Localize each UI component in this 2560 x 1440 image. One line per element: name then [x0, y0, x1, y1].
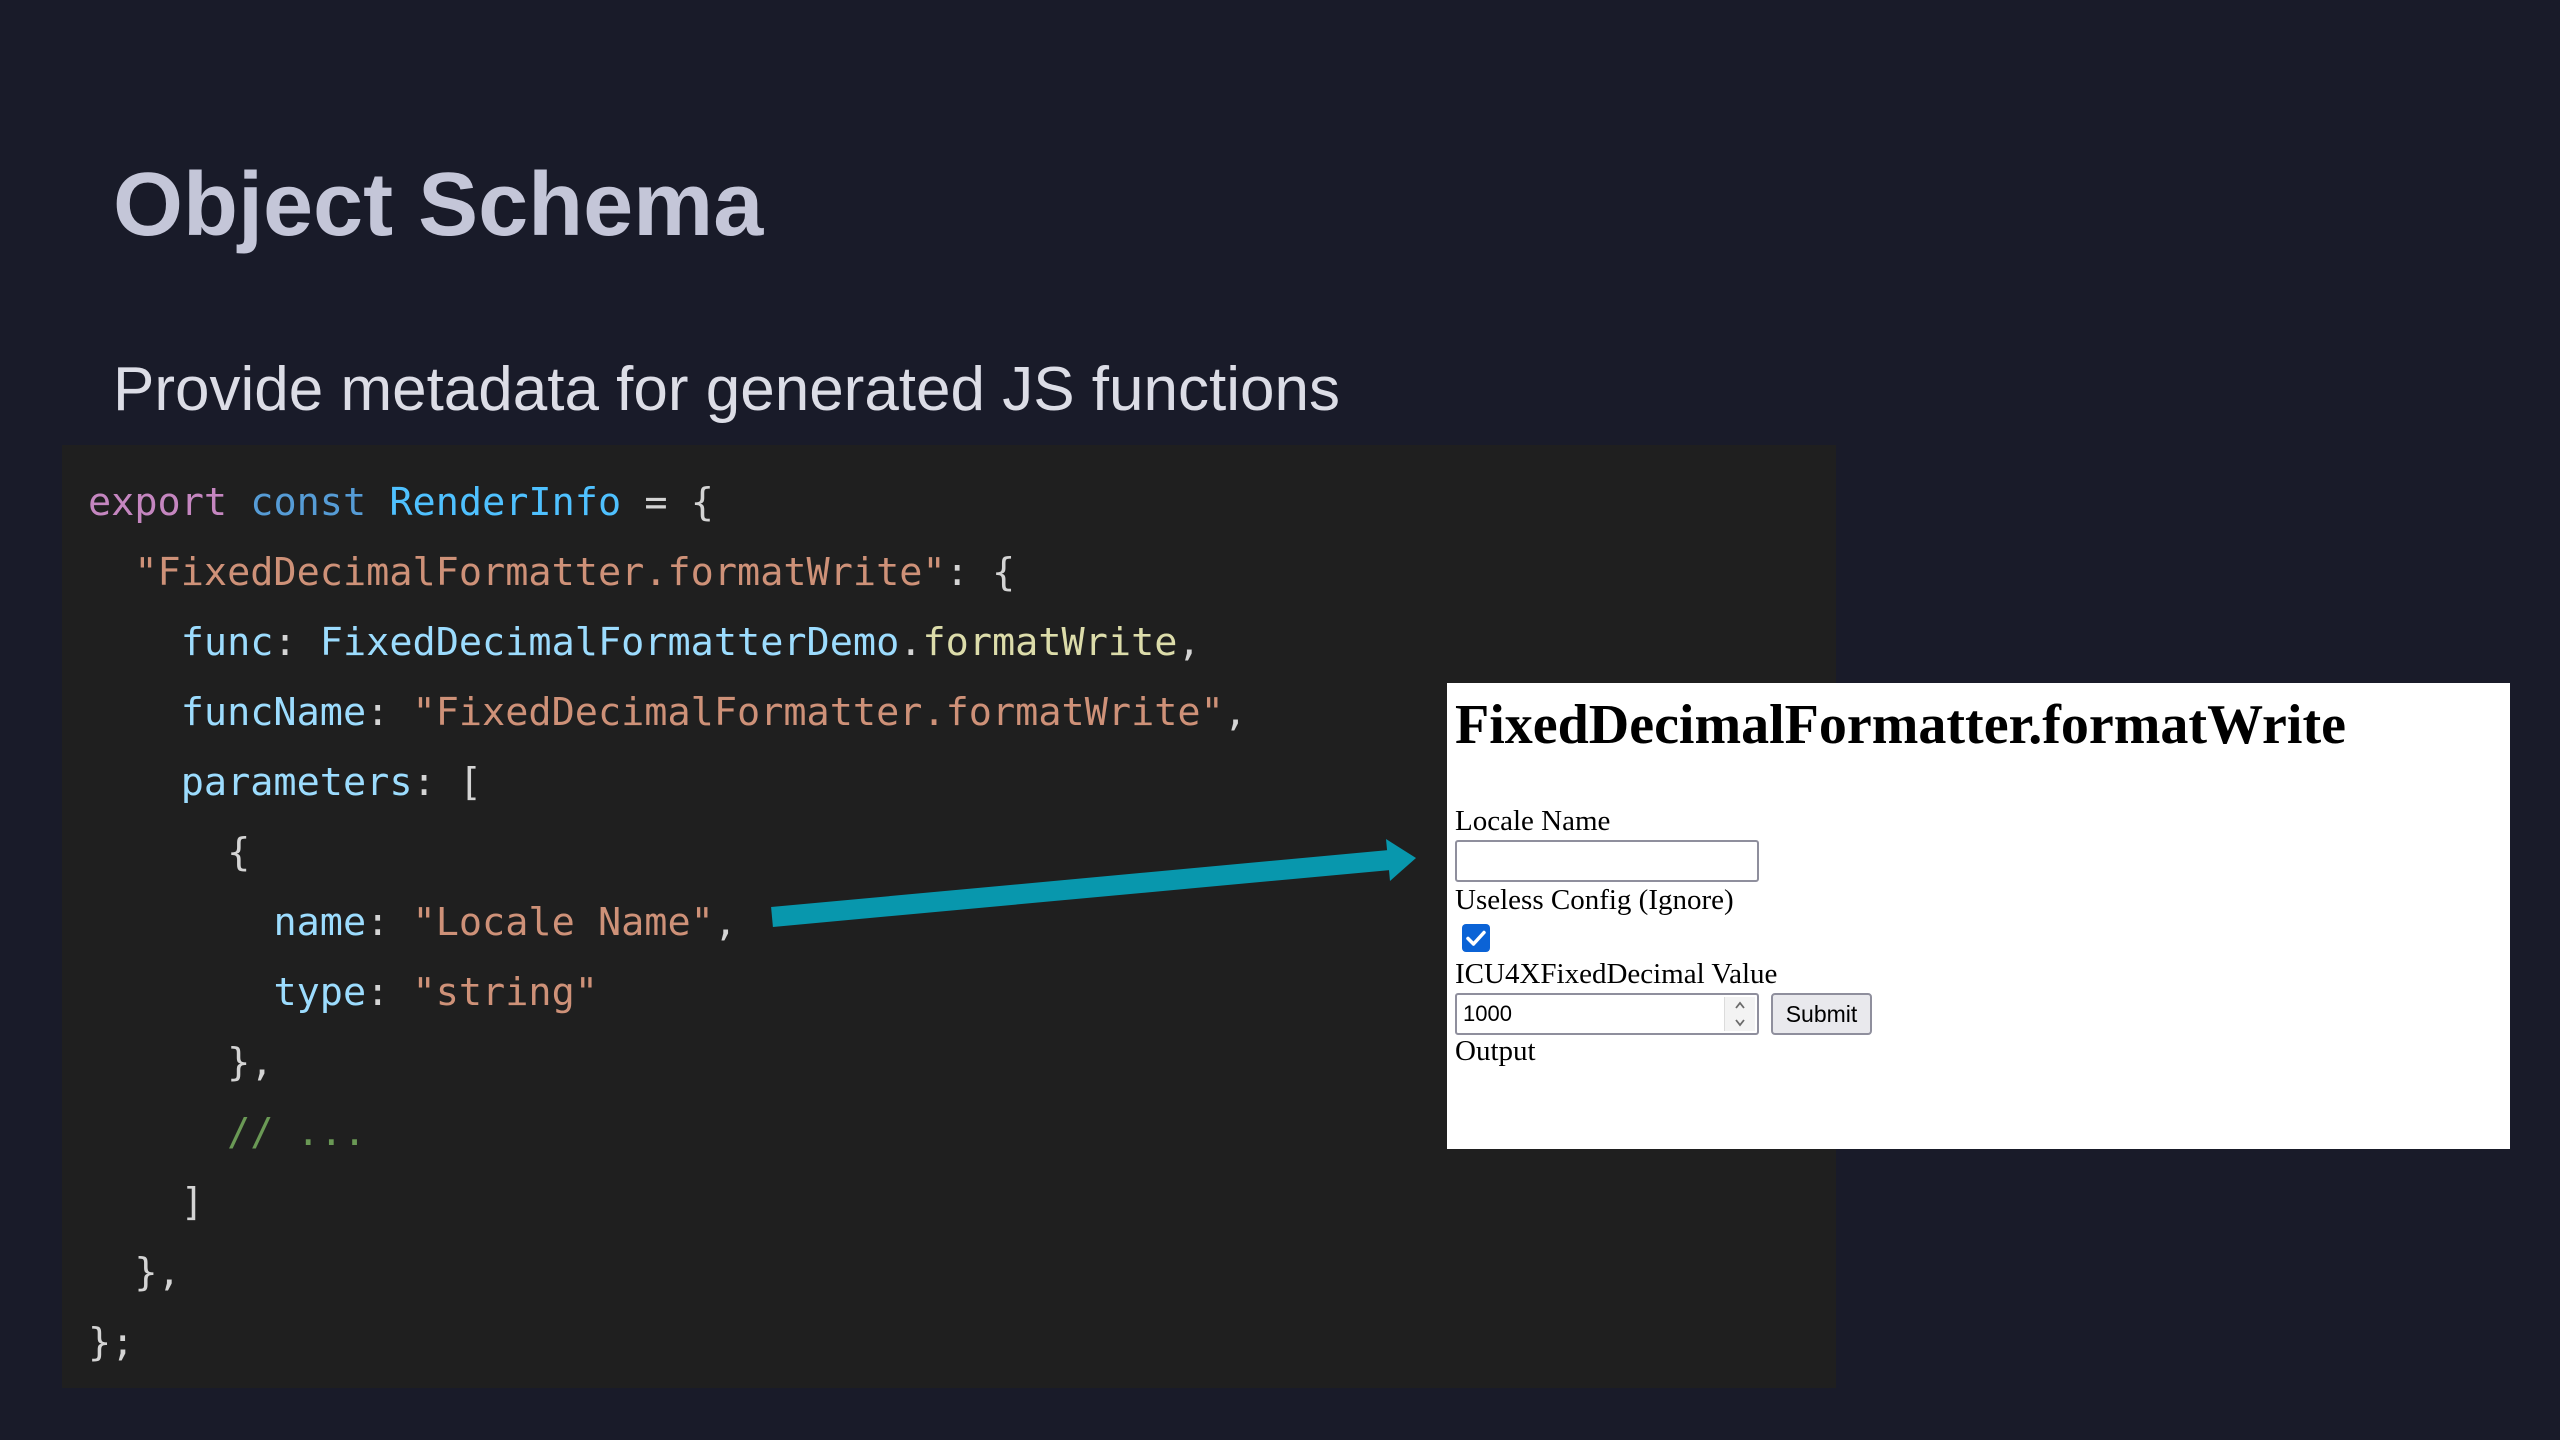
code-line: }, — [88, 1028, 273, 1098]
slide-subtitle: Provide metadata for generated JS functi… — [113, 355, 1340, 424]
code-token: "string" — [412, 970, 598, 1015]
code-token: : [ — [412, 760, 483, 805]
code-line: func: FixedDecimalFormatterDemo.formatWr… — [88, 608, 1201, 678]
code-line: "FixedDecimalFormatter.formatWrite": { — [88, 538, 1015, 608]
code-line: export const RenderInfo = { — [88, 468, 714, 538]
code-token: ] — [88, 1180, 204, 1225]
code-token: func — [180, 620, 274, 665]
code-token: export — [88, 480, 228, 525]
code-token: "FixedDecimalFormatter.formatWrite" — [412, 690, 1224, 735]
code-token: }; — [88, 1320, 135, 1365]
code-token: }, — [88, 1040, 274, 1085]
code-line: // ... — [88, 1098, 366, 1168]
code-token: . — [899, 620, 923, 665]
chevron-up-icon[interactable] — [1725, 997, 1755, 1014]
code-line: ] — [88, 1168, 204, 1238]
code-line: }; — [88, 1308, 134, 1378]
code-token: , — [1177, 620, 1201, 665]
code-token: : { — [945, 550, 1016, 595]
code-token: : — [366, 970, 413, 1015]
useless-config-label: Useless Config (Ignore) — [1455, 884, 1734, 916]
locale-name-label: Locale Name — [1455, 805, 1611, 837]
code-token: }, — [88, 1250, 181, 1295]
code-comment: // ... — [227, 1110, 367, 1155]
code-token: "Locale Name" — [412, 900, 714, 945]
fixed-decimal-value-input[interactable]: 1000 — [1455, 993, 1759, 1035]
code-token: { — [88, 830, 251, 875]
checkmark-icon — [1466, 930, 1486, 946]
code-token: : — [366, 900, 413, 945]
code-token: FixedDecimalFormatterDemo — [319, 620, 900, 665]
fixed-decimal-value-label: ICU4XFixedDecimal Value — [1455, 958, 1778, 990]
chevron-down-icon[interactable] — [1725, 1014, 1755, 1031]
code-line: parameters: [ — [88, 748, 482, 818]
code-token: const — [250, 480, 367, 525]
code-token: name — [273, 900, 367, 945]
locale-name-input[interactable] — [1455, 840, 1759, 882]
code-token: parameters — [180, 760, 413, 805]
useless-config-checkbox[interactable] — [1462, 924, 1490, 952]
code-line: }, — [88, 1238, 181, 1308]
code-line: name: "Locale Name", — [88, 888, 737, 958]
code-token: RenderInfo — [389, 480, 622, 525]
output-label: Output — [1455, 1035, 1536, 1067]
code-token: : — [366, 690, 413, 735]
fixed-decimal-value: 1000 — [1463, 1001, 1512, 1026]
code-token: , — [713, 900, 738, 945]
submit-button[interactable]: Submit — [1771, 993, 1872, 1035]
number-spinner[interactable] — [1724, 997, 1755, 1031]
slide-title: Object Schema — [113, 155, 764, 255]
code-token: , — [1223, 690, 1247, 735]
code-line: type: "string" — [88, 958, 598, 1028]
code-token: funcName — [180, 690, 367, 735]
code-token: = { — [621, 480, 714, 525]
demo-heading: FixedDecimalFormatter.formatWrite — [1455, 694, 2346, 756]
code-token: : — [273, 620, 320, 665]
code-line: { — [88, 818, 250, 888]
demo-render-panel: FixedDecimalFormatter.formatWrite Locale… — [1447, 683, 2510, 1149]
code-line: funcName: "FixedDecimalFormatter.formatW… — [88, 678, 1247, 748]
code-token: formatWrite — [922, 620, 1178, 665]
code-token: type — [273, 970, 367, 1015]
code-token: "FixedDecimalFormatter.formatWrite" — [134, 550, 946, 595]
